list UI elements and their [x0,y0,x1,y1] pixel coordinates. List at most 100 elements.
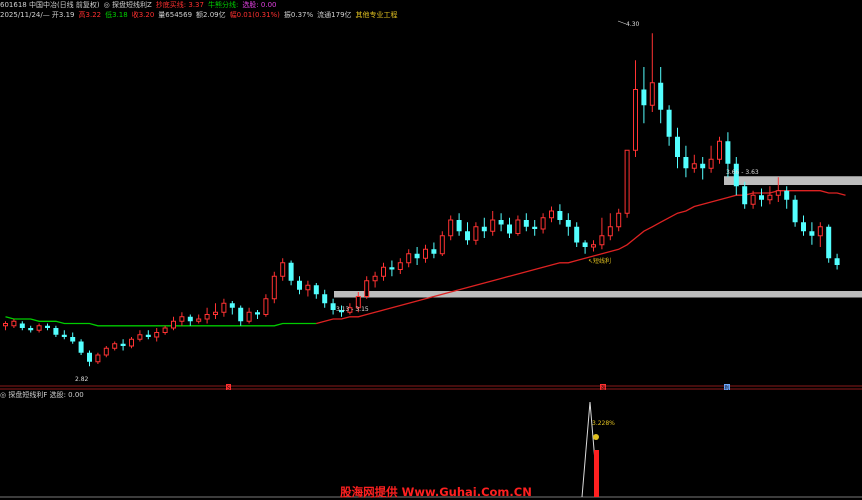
marker-s: S [227,386,230,392]
candle-body [725,141,731,164]
candle-body [238,307,244,322]
candle [313,283,319,299]
candle-body [582,242,588,247]
candle [162,325,168,335]
candle [229,301,235,315]
candle [616,208,622,232]
candle-body [481,226,487,232]
candle-body [414,253,420,259]
candle [465,222,470,245]
candle-body [129,338,134,347]
candle [641,67,647,124]
candle-body [439,235,445,255]
candle [767,186,773,205]
candle-body [691,163,697,169]
candle [431,242,437,259]
candle-body [750,194,756,205]
candle [759,188,764,207]
candle-body [624,149,630,214]
candle-body [322,294,328,304]
candle-body [607,226,613,237]
candle-body [675,136,680,157]
candle-body [3,323,8,327]
candle [255,310,260,319]
smiley-icon [593,434,599,440]
candle [490,211,496,236]
candle-body [297,280,302,290]
candle [61,330,67,340]
candle [742,181,748,209]
candle-body [549,210,554,219]
candle-body [700,163,706,169]
candle-body [45,325,50,328]
candle-body [19,323,25,328]
candle [103,346,109,358]
candle [599,217,605,250]
candle-body [742,186,748,205]
candle [372,271,378,288]
candle-body [490,219,496,232]
candle [87,350,92,367]
candle [45,323,50,331]
candle [591,240,596,252]
candle-body [708,158,714,169]
candle-body [271,275,277,300]
candle [507,217,512,238]
candle-body [196,318,202,322]
candle-body [792,199,798,223]
candle [288,260,294,286]
candle-body [666,109,672,137]
candle [187,314,193,326]
indicator-peak-label: 3.228% [592,420,615,427]
candle-body [633,89,638,151]
candle [532,220,538,236]
candle-body [599,235,605,246]
candle-body [523,220,529,227]
candle [834,253,840,270]
candle [515,215,521,236]
candle [549,206,554,223]
candle-body [515,219,521,234]
candle-body [767,194,773,201]
candle-body [565,220,571,227]
candle-body [28,328,34,331]
candle-body [305,284,311,291]
candle [784,186,790,209]
candle-body [784,190,790,200]
low-label: 2.82 [75,376,89,383]
candle [263,294,269,317]
candle-body [775,190,781,196]
candle-body [431,249,437,254]
candle [322,289,328,308]
candle-body [112,343,118,349]
candle-body [372,275,378,282]
candle [196,314,202,324]
candle-body [61,334,67,337]
candle [137,330,143,342]
chart-canvas[interactable]: 4.30 2.82 3.13 - 3.15 3.66 - 3.63 ↖短线利 S 涨 利 3.2… [0,0,862,500]
candle-body [213,311,218,315]
candle-body [717,140,722,160]
candle [658,67,664,124]
candle-body [465,231,470,241]
candle-body [532,226,538,229]
candle-body [540,217,546,230]
candle [381,262,386,281]
candle-body [162,327,168,333]
candle-body [456,220,462,232]
candle [717,136,722,164]
candle [179,312,185,326]
candle [406,249,412,268]
resistance-label: 3.66 - 3.63 [726,169,759,176]
candle [666,105,672,146]
candle-body [246,311,252,322]
candle [607,213,613,241]
candle-body [103,347,109,356]
candle [523,213,529,232]
candle [397,258,403,274]
candle-body [70,337,76,342]
candle [171,316,176,331]
candle-body [288,262,294,281]
candle [540,213,546,234]
candle [28,325,34,333]
